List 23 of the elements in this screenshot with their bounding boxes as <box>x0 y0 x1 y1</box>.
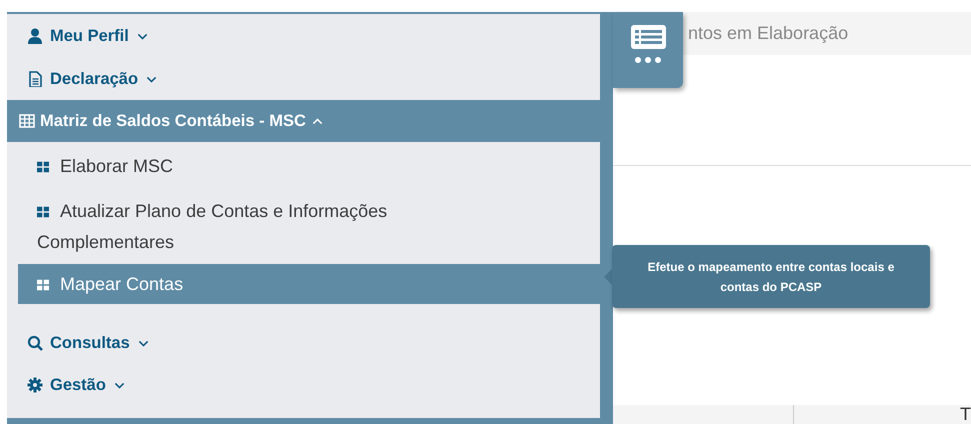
chevron-up-icon <box>312 116 323 126</box>
menu-section[interactable]: Meu Perfil <box>7 14 600 58</box>
table-icon <box>19 113 35 129</box>
menu-toggle-button[interactable] <box>613 12 683 88</box>
grid-icon <box>37 161 49 173</box>
menu-section[interactable]: Declaração <box>7 58 600 100</box>
user-icon <box>27 28 43 44</box>
search-icon <box>27 335 43 352</box>
menu-section[interactable]: Gestão <box>7 364 600 406</box>
more-icon <box>635 57 661 63</box>
menu-item[interactable]: Mapear Contas <box>18 264 600 304</box>
column-header: T <box>960 405 971 424</box>
list-icon <box>630 25 666 49</box>
tooltip: Efetue o mapeamento entre contas locais e contas do PCASP <box>604 245 930 308</box>
grid-icon <box>37 206 49 218</box>
tab-label[interactable]: ntos em Elaboração <box>688 23 848 44</box>
settings-icon <box>27 377 43 394</box>
document-icon <box>27 71 43 87</box>
grid-icon <box>37 278 49 291</box>
menu-section[interactable]: Consultas <box>7 322 600 364</box>
menu-item[interactable]: Atualizar Plano de Contas e Informações Complementares <box>7 192 457 264</box>
menu-section[interactable]: Matriz de Saldos Contábeis - MSC <box>7 100 600 142</box>
menu-item[interactable]: Elaborar MSC <box>7 142 457 192</box>
